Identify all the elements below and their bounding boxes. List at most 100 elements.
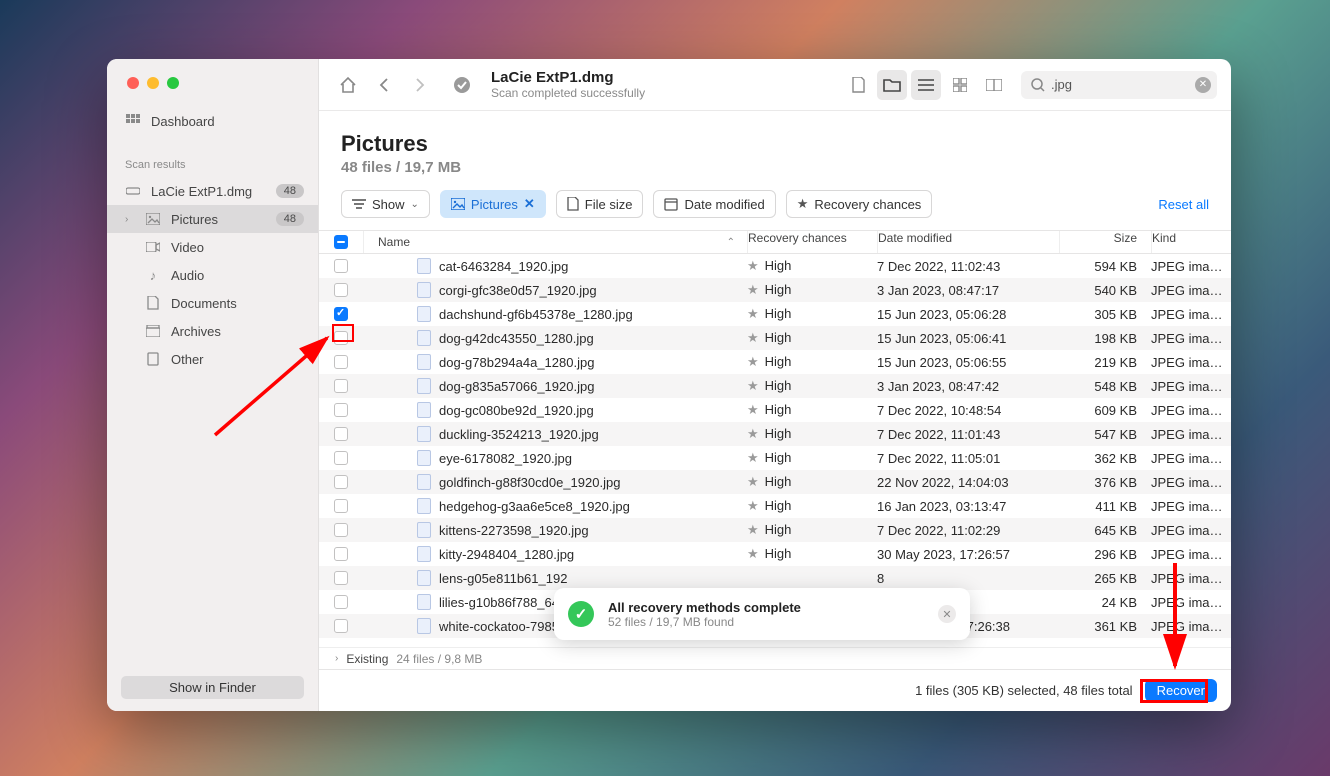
table-row[interactable]: duckling-3524213_1920.jpg ★High 7 Dec 20… xyxy=(319,422,1231,446)
row-checkbox[interactable] xyxy=(319,403,363,417)
dashboard-label: Dashboard xyxy=(151,114,304,129)
file-name: kitty-2948404_1280.jpg xyxy=(439,547,574,562)
column-date[interactable]: Date modified xyxy=(877,231,1059,253)
search-input[interactable]: .jpg ✕ xyxy=(1021,71,1217,99)
table-row[interactable]: dog-g835a57066_1920.jpg ★High 3 Jan 2023… xyxy=(319,374,1231,398)
file-name-cell: duckling-3524213_1920.jpg xyxy=(363,426,747,442)
date-modified-label: Date modified xyxy=(684,197,764,212)
select-all-checkbox[interactable] xyxy=(319,235,363,249)
grid-icon xyxy=(125,113,141,129)
search-value: .jpg xyxy=(1051,77,1072,92)
table-row[interactable]: hedgehog-g3aa6e5ce8_1920.jpg ★High 16 Ja… xyxy=(319,494,1231,518)
row-checkbox[interactable] xyxy=(319,331,363,345)
row-checkbox[interactable] xyxy=(319,523,363,537)
picture-icon xyxy=(145,211,161,227)
jpeg-file-icon xyxy=(417,402,431,418)
jpeg-file-icon xyxy=(417,426,431,442)
table-row[interactable]: dachshund-gf6b45378e_1280.jpg ★High 15 J… xyxy=(319,302,1231,326)
view-columns-button[interactable] xyxy=(979,70,1009,100)
size-cell: 219 KB xyxy=(1059,355,1151,370)
date-modified-cell: 22 Nov 2022, 14:04:03 xyxy=(877,475,1059,490)
kind-cell: JPEG ima… xyxy=(1151,475,1231,490)
reset-all-button[interactable]: Reset all xyxy=(1158,197,1209,212)
home-button[interactable] xyxy=(333,70,363,100)
row-checkbox[interactable] xyxy=(319,475,363,489)
row-checkbox[interactable] xyxy=(319,595,363,609)
sidebar-item-other[interactable]: Other xyxy=(107,345,318,373)
table-row[interactable]: dog-gc080be92d_1920.jpg ★High 7 Dec 2022… xyxy=(319,398,1231,422)
filter-date-modified[interactable]: Date modified xyxy=(653,190,775,218)
row-checkbox[interactable] xyxy=(319,619,363,633)
row-checkbox[interactable] xyxy=(319,499,363,513)
filter-file-size[interactable]: File size xyxy=(556,190,644,218)
back-button[interactable] xyxy=(369,70,399,100)
row-checkbox[interactable] xyxy=(319,379,363,393)
view-document-button[interactable] xyxy=(843,70,873,100)
star-icon: ★ xyxy=(747,330,759,345)
row-checkbox[interactable] xyxy=(319,355,363,369)
file-name: hedgehog-g3aa6e5ce8_1920.jpg xyxy=(439,499,630,514)
table-row[interactable]: goldfinch-g88f30cd0e_1920.jpg ★High 22 N… xyxy=(319,470,1231,494)
size-cell: 540 KB xyxy=(1059,283,1151,298)
column-size[interactable]: Size xyxy=(1059,231,1151,253)
date-modified-cell: 15 Jun 2023, 05:06:41 xyxy=(877,331,1059,346)
table-row[interactable]: eye-6178082_1920.jpg ★High 7 Dec 2022, 1… xyxy=(319,446,1231,470)
disk-title: LaCie ExtP1.dmg xyxy=(491,69,645,86)
row-checkbox[interactable] xyxy=(319,571,363,585)
view-folder-button[interactable] xyxy=(877,70,907,100)
view-list-button[interactable] xyxy=(911,70,941,100)
section-title: Pictures xyxy=(341,131,1209,157)
video-icon xyxy=(145,239,161,255)
row-checkbox[interactable] xyxy=(319,547,363,561)
file-name: lilies-g10b86f788_640 xyxy=(439,595,566,610)
table-row[interactable]: corgi-gfc38e0d57_1920.jpg ★High 3 Jan 20… xyxy=(319,278,1231,302)
remove-chip-icon[interactable]: ✕ xyxy=(524,196,535,212)
size-cell: 24 KB xyxy=(1059,595,1151,610)
column-chances[interactable]: Recovery chances xyxy=(747,231,877,253)
filter-pictures-chip[interactable]: Pictures ✕ xyxy=(440,190,546,218)
file-name-cell: goldfinch-g88f30cd0e_1920.jpg xyxy=(363,474,747,490)
maximize-window-button[interactable] xyxy=(167,77,179,89)
row-checkbox[interactable] xyxy=(319,283,363,297)
show-dropdown[interactable]: Show ⌄ xyxy=(341,190,430,218)
table-row[interactable]: kitty-2948404_1280.jpg ★High 30 May 2023… xyxy=(319,542,1231,566)
sidebar-item-pictures[interactable]: › Pictures 48 xyxy=(107,205,318,233)
column-kind[interactable]: Kind xyxy=(1151,231,1231,253)
kind-cell: JPEG ima… xyxy=(1151,259,1231,274)
sidebar-item-audio[interactable]: ♪ Audio xyxy=(107,261,318,289)
column-name[interactable]: Name ⌃ xyxy=(363,231,747,253)
row-checkbox[interactable] xyxy=(319,427,363,441)
row-checkbox[interactable] xyxy=(319,307,363,321)
row-checkbox[interactable] xyxy=(319,259,363,273)
completion-toast: ✓ All recovery methods complete 52 files… xyxy=(554,588,970,640)
search-clear-button[interactable]: ✕ xyxy=(1195,77,1211,93)
jpeg-file-icon xyxy=(417,522,431,538)
size-cell: 265 KB xyxy=(1059,571,1151,586)
table-row[interactable]: dog-g78b294a4a_1280.jpg ★High 15 Jun 202… xyxy=(319,350,1231,374)
sidebar-item-video[interactable]: Video xyxy=(107,233,318,261)
sidebar-item-dashboard[interactable]: Dashboard xyxy=(107,107,318,135)
sidebar-item-disk[interactable]: LaCie ExtP1.dmg 48 xyxy=(107,177,318,205)
file-name-cell: dog-g78b294a4a_1280.jpg xyxy=(363,354,747,370)
existing-group-row[interactable]: › Existing 24 files / 9,8 MB xyxy=(319,647,1231,669)
toast-close-button[interactable]: ✕ xyxy=(938,605,956,623)
minimize-window-button[interactable] xyxy=(147,77,159,89)
kind-cell: JPEG ima… xyxy=(1151,427,1231,442)
filter-recovery-chances[interactable]: ★ Recovery chances xyxy=(786,190,933,218)
sidebar-item-documents[interactable]: Documents xyxy=(107,289,318,317)
date-modified-cell: 3 Jan 2023, 08:47:17 xyxy=(877,283,1059,298)
table-row[interactable]: cat-6463284_1920.jpg ★High 7 Dec 2022, 1… xyxy=(319,254,1231,278)
chevron-right-icon: › xyxy=(125,214,135,225)
sidebar-item-archives[interactable]: Archives xyxy=(107,317,318,345)
table-row[interactable]: kittens-2273598_1920.jpg ★High 7 Dec 202… xyxy=(319,518,1231,542)
recover-button[interactable]: Recover xyxy=(1145,679,1217,702)
table-row[interactable]: lens-g05e811b61_192 8 265 KB JPEG ima… xyxy=(319,566,1231,590)
close-window-button[interactable] xyxy=(127,77,139,89)
table-row[interactable]: dog-g42dc43550_1280.jpg ★High 15 Jun 202… xyxy=(319,326,1231,350)
row-checkbox[interactable] xyxy=(319,451,363,465)
forward-button[interactable] xyxy=(405,70,435,100)
table-header: Name ⌃ Recovery chances Date modified Si… xyxy=(319,230,1231,254)
show-in-finder-button[interactable]: Show in Finder xyxy=(121,676,304,699)
view-grid-button[interactable] xyxy=(945,70,975,100)
recovery-chance-cell: ★High xyxy=(747,258,877,274)
